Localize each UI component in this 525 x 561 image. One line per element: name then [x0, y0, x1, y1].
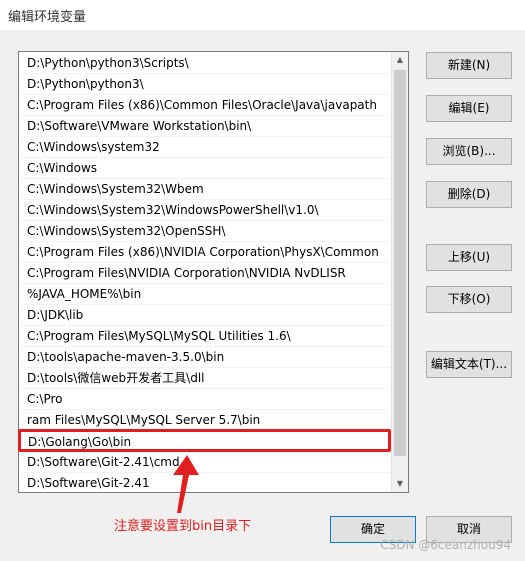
- path-row[interactable]: D:\tools\微信web开发者工具\dll: [20, 368, 392, 389]
- path-row[interactable]: C:\Windows\System32\WindowsPowerShell\v1…: [20, 200, 392, 221]
- watermark: CSDN @6ceanzhou94: [380, 538, 511, 552]
- path-row[interactable]: D:\tools\apache-maven-3.5.0\bin: [20, 347, 392, 368]
- path-row[interactable]: C:\Windows: [20, 158, 392, 179]
- path-row[interactable]: D:\Python\python3\: [20, 74, 392, 95]
- vertical-scrollbar[interactable]: ▲ ▼: [391, 52, 408, 492]
- path-row[interactable]: %JAVA_HOME%\bin: [20, 284, 392, 305]
- path-row[interactable]: ram Files\MySQL\MySQL Server 5.7\bin: [20, 410, 392, 431]
- window-title: 编辑环境变量: [8, 10, 87, 25]
- move-down-button[interactable]: 下移(O): [426, 286, 512, 313]
- move-up-button[interactable]: 上移(U): [426, 244, 512, 271]
- path-row[interactable]: C:\Windows\System32\Wbem: [20, 179, 392, 200]
- delete-button[interactable]: 删除(D): [426, 181, 512, 208]
- annotation-arrow-icon: [173, 455, 199, 513]
- path-row[interactable]: C:\Windows\system32: [20, 137, 392, 158]
- path-row[interactable]: C:\Program Files (x86)\Common Files\Orac…: [20, 95, 392, 116]
- browse-button[interactable]: 浏览(B)...: [426, 138, 512, 165]
- path-row[interactable]: C:\Program Files\MySQL\MySQL Utilities 1…: [20, 326, 392, 347]
- path-row[interactable]: D:\Python\python3\Scripts\: [20, 53, 392, 74]
- path-row[interactable]: D:\JDK\lib: [20, 305, 392, 326]
- scroll-up-icon[interactable]: ▲: [392, 52, 408, 68]
- scroll-down-icon[interactable]: ▼: [392, 476, 408, 492]
- path-listbox[interactable]: D:\Python\python3\Scripts\ D:\Python\pyth…: [18, 51, 409, 493]
- annotation-highlight-box: [18, 429, 391, 452]
- path-row[interactable]: C:\Program Files (x86)\NVIDIA Corporatio…: [20, 242, 392, 263]
- edit-text-button[interactable]: 编辑文本(T)...: [426, 351, 512, 378]
- edit-button[interactable]: 编辑(E): [426, 95, 512, 122]
- path-row[interactable]: C:\Windows\System32\OpenSSH\: [20, 221, 392, 242]
- title-bar: 编辑环境变量: [0, 0, 525, 30]
- new-button[interactable]: 新建(N): [426, 52, 512, 79]
- path-row[interactable]: D:\Software\Git-2.41\cmd: [20, 452, 392, 473]
- scrollbar-thumb[interactable]: [394, 70, 406, 456]
- path-list: D:\Python\python3\Scripts\ D:\Python\pyth…: [20, 53, 392, 492]
- path-row[interactable]: D:\Software\VMware Workstation\bin\: [20, 116, 392, 137]
- path-row[interactable]: D:\Software\Git-2.41: [20, 473, 392, 492]
- path-row[interactable]: C:\Pro: [20, 389, 392, 410]
- path-row[interactable]: C:\Program Files\NVIDIA Corporation\NVID…: [20, 263, 392, 284]
- annotation-text: 注意要设置到bin目录下: [114, 519, 252, 534]
